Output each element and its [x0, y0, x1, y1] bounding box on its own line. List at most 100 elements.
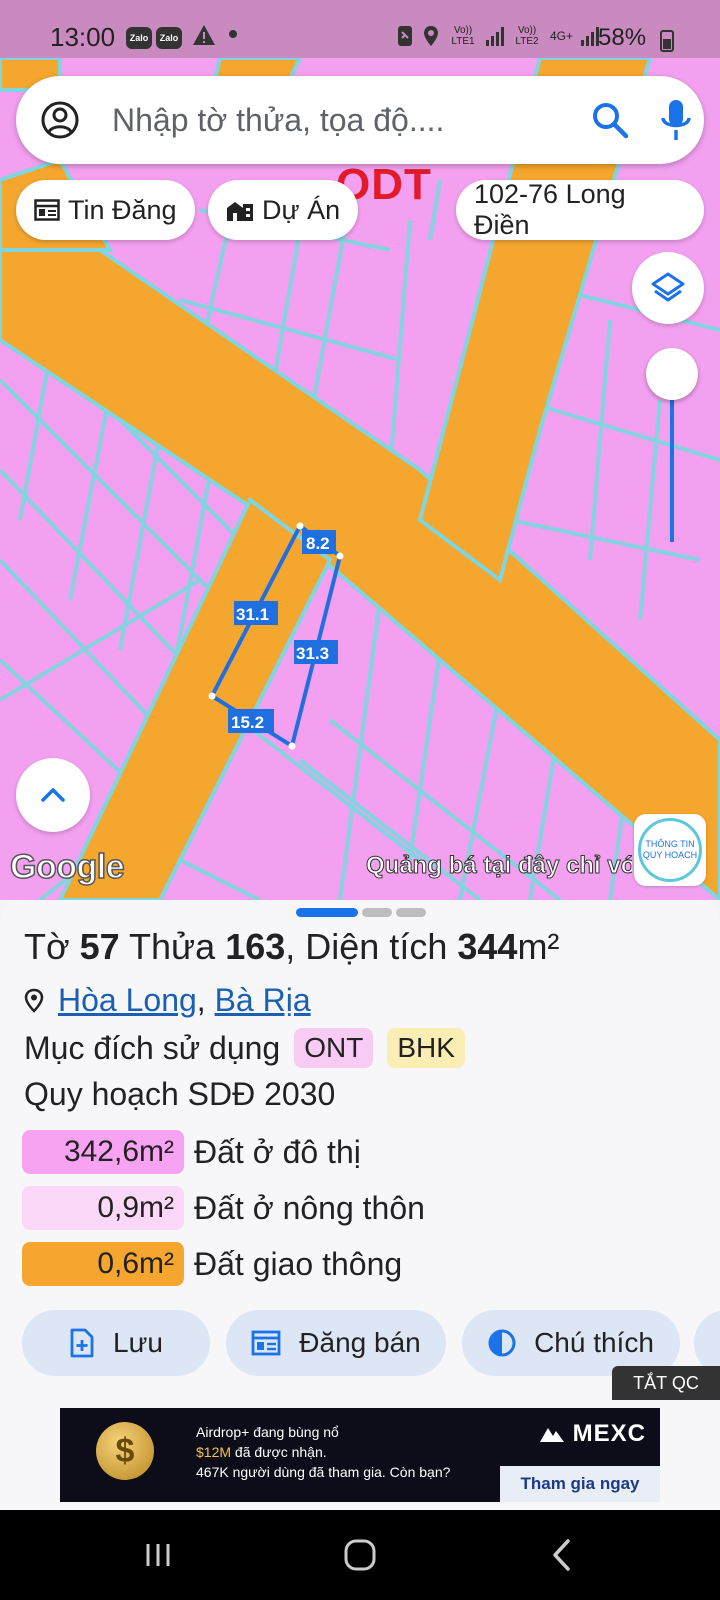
home-icon	[344, 1539, 376, 1571]
projects-chip-label: Dự Án	[262, 194, 341, 225]
plan-row-amount: 0,6m²	[22, 1242, 184, 1286]
recent-apps-button[interactable]	[128, 1530, 188, 1580]
listing-icon	[251, 1330, 281, 1356]
save-button-label: Lưu	[113, 1327, 163, 1358]
ad-highlight: $12M	[196, 1444, 232, 1460]
parcel-location: Hòa Long, Bà Rịa	[24, 982, 311, 1019]
google-logo: Google	[9, 847, 125, 887]
area-unit: m²	[517, 926, 560, 967]
page-indicator-active	[296, 908, 358, 917]
parcel-edge-label: 8.2	[306, 534, 330, 553]
planning-info-button[interactable]: THÔNG TIN QUY HOẠCH	[634, 814, 706, 886]
battery-icon	[660, 30, 674, 52]
expand-sheet-button[interactable]	[16, 758, 90, 832]
back-icon	[553, 1539, 570, 1571]
listings-chip-label: Tin Đăng	[68, 194, 177, 225]
location-icon	[424, 26, 438, 46]
sim2-label: Vo)) LTE2	[515, 25, 539, 47]
land-use-tag: ONT	[294, 1028, 374, 1068]
microphone-icon[interactable]	[656, 96, 696, 144]
area-value: 344	[457, 926, 518, 967]
post-for-sale-button[interactable]: Đăng bán	[226, 1310, 446, 1376]
ad-line: 467K người dùng đã tham gia. Còn bạn?	[196, 1464, 451, 1480]
clock: 13:00	[50, 22, 116, 52]
ad-cta-button[interactable]: Tham gia ngay	[500, 1466, 660, 1502]
area-label: , Diện tích	[285, 926, 448, 967]
mexc-logo-icon	[539, 1428, 564, 1442]
parcel-info-sheet[interactable]: Tờ 57 Thửa 163, Diện tích 344m² Hòa Long…	[0, 900, 720, 1510]
coin-icon: $	[96, 1422, 154, 1480]
signal-icon	[581, 26, 600, 46]
projects-chip[interactable]: Dự Án	[208, 180, 359, 240]
planning-info-icon: THÔNG TIN QUY HOẠCH	[638, 818, 702, 882]
search-icon[interactable]	[590, 100, 630, 140]
contrast-icon	[488, 1329, 516, 1357]
plan-row: 0,6m² Đất giao thông	[22, 1242, 402, 1286]
signal-icon	[486, 26, 504, 46]
ad-line-rest: đã được nhận.	[231, 1444, 327, 1460]
system-nav-bar	[0, 1510, 720, 1600]
legend-button-label: Chú thích	[534, 1327, 654, 1358]
ad-ticker-text: Quảng bá tại đây chỉ với	[366, 852, 632, 880]
battery-percent: 58%	[598, 24, 647, 51]
add-document-icon	[70, 1328, 94, 1358]
recent-apps-icon	[146, 1544, 170, 1566]
ward-link[interactable]: Hòa Long	[58, 982, 197, 1019]
city-link[interactable]: Bà Rịa	[215, 982, 311, 1019]
status-bar: 13:00 Zalo Zalo Vo)) LTE1 Vo)) LTE2 4G+ …	[0, 0, 720, 58]
listings-chip[interactable]: Tin Đăng	[16, 180, 195, 240]
zalo-notification-icon: Zalo	[156, 27, 182, 49]
layers-icon	[651, 272, 685, 302]
land-use-purpose: Mục đích sử dụng ONT BHK	[24, 1028, 465, 1068]
sheet-page-indicator[interactable]	[296, 908, 426, 917]
planning-info-line1: THÔNG TIN	[645, 839, 695, 849]
location-pin-icon	[24, 988, 44, 1013]
opacity-slider-track[interactable]	[670, 380, 674, 542]
chevron-up-icon	[41, 788, 65, 802]
search-input[interactable]	[112, 96, 552, 144]
listings-icon	[34, 199, 60, 221]
parcel-edge-label: 15.2	[231, 713, 264, 732]
planning-info-line2: QUY HOẠCH	[642, 850, 698, 860]
parcel-edge-label: 31.1	[236, 605, 269, 624]
more-notifications-dot	[229, 30, 237, 38]
ad-text: Airdrop+ đang bùng nổ $12M đã được nhận.…	[196, 1422, 450, 1482]
land-use-tag: BHK	[387, 1028, 465, 1068]
buildings-icon	[227, 202, 253, 221]
plan-row: 342,6m² Đất ở đô thị	[22, 1130, 361, 1174]
ad-brand-name: MEXC	[572, 1420, 646, 1447]
plan-title: Quy hoạch SDĐ 2030	[24, 1076, 336, 1112]
ad-banner[interactable]: $ Airdrop+ đang bùng nổ $12M đã được nhậ…	[60, 1408, 660, 1502]
network-type: 4G+	[550, 28, 574, 43]
post-for-sale-label: Đăng bán	[299, 1327, 421, 1358]
sheet-label: Tờ	[24, 926, 70, 967]
ad-brand-logo: MEXC	[539, 1420, 646, 1448]
ad-line: $12M đã được nhận.	[196, 1442, 450, 1462]
home-button[interactable]	[330, 1530, 390, 1580]
parcel-number: 163	[225, 926, 286, 967]
location-chip-label: 102-76 Long Điền	[474, 179, 626, 240]
save-button[interactable]: Lưu	[22, 1310, 210, 1376]
plan-row-amount: 342,6m²	[22, 1130, 184, 1174]
search-bar[interactable]	[16, 76, 704, 164]
plan-row: 0,9m² Đất ở nông thôn	[22, 1186, 425, 1230]
warning-icon	[193, 25, 215, 45]
opacity-slider-handle[interactable]	[646, 348, 698, 400]
layers-button[interactable]	[632, 252, 704, 324]
ad-line: Airdrop+ đang bùng nổ	[196, 1424, 339, 1440]
plan-row-amount: 0,9m²	[22, 1186, 184, 1230]
back-button[interactable]	[532, 1530, 592, 1580]
plan-row-label: Đất ở đô thị	[194, 1133, 361, 1170]
page-indicator	[396, 908, 426, 917]
parcel-title: Tờ 57 Thửa 163, Diện tích 344m²	[24, 926, 559, 968]
location-chip[interactable]: 102-76 Long Điền	[456, 179, 704, 240]
zalo-notification-icon: Zalo	[126, 27, 152, 49]
turn-off-ads-button[interactable]: TẮT QC	[612, 1366, 720, 1400]
nfc-icon	[398, 26, 412, 46]
location-separator: ,	[196, 982, 215, 1018]
land-use-label: Mục đích sử dụng	[24, 1029, 281, 1066]
parcel-label: Thửa	[129, 926, 216, 967]
page-indicator	[362, 908, 392, 917]
account-icon[interactable]	[40, 100, 80, 140]
parcel-edge-label: 31.3	[296, 644, 329, 663]
